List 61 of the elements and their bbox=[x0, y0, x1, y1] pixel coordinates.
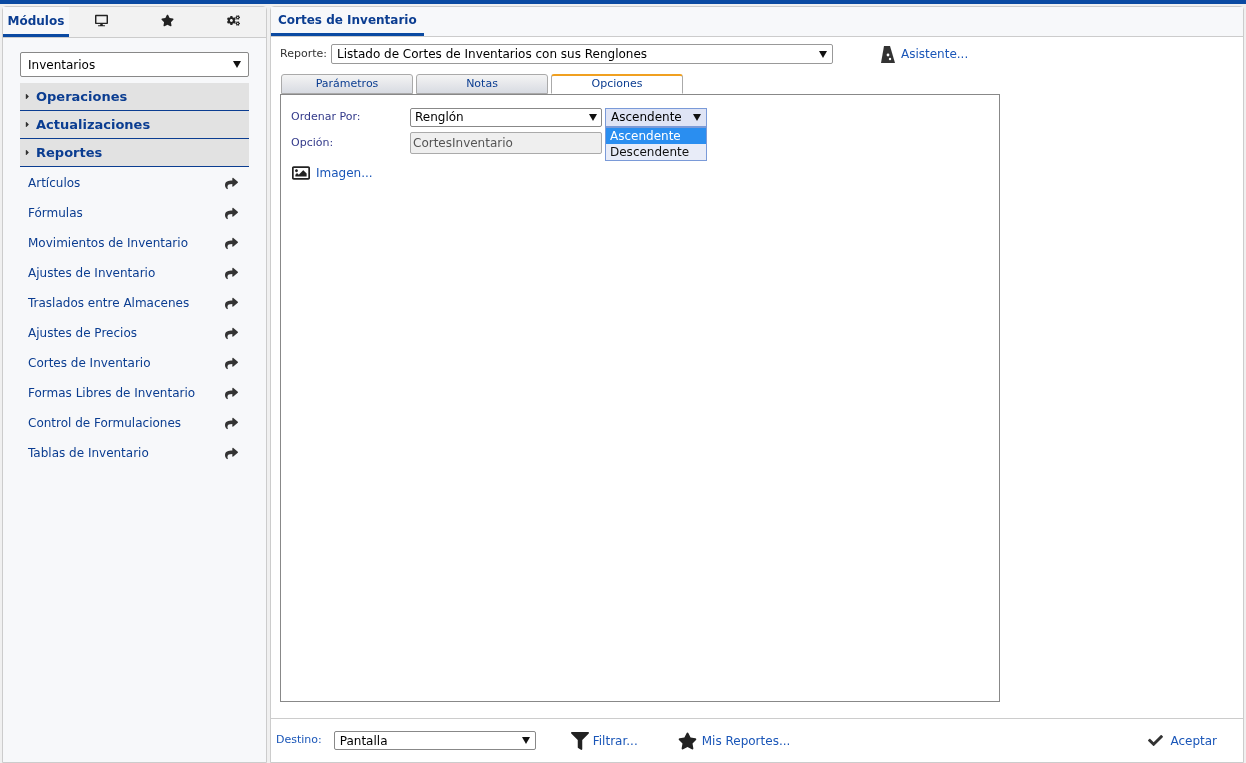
sidebar-link[interactable]: Traslados entre Almacenes bbox=[28, 294, 190, 312]
accordion-header[interactable]: Actualizaciones bbox=[20, 111, 249, 139]
wizard-icon bbox=[880, 45, 895, 63]
filter-icon bbox=[570, 730, 589, 751]
destination-select[interactable]: Pantalla bbox=[333, 731, 536, 750]
star-icon bbox=[677, 731, 697, 750]
sidebar-link[interactable]: Control de Formulaciones bbox=[28, 414, 182, 432]
share-icon bbox=[225, 176, 238, 190]
options-tab[interactable]: Opciones bbox=[551, 74, 683, 94]
report-select[interactable]: Listado de Cortes de Inventarios con sus Renglones bbox=[330, 44, 833, 64]
module-select[interactable]: Inventarios bbox=[20, 52, 249, 77]
sidebar-link[interactable]: Ajustes de Precios bbox=[28, 324, 137, 342]
share-icon bbox=[225, 266, 238, 280]
share-icon bbox=[225, 446, 238, 460]
order-by-select[interactable]: Renglón bbox=[410, 107, 602, 127]
sidebar-tab[interactable] bbox=[200, 7, 266, 37]
caret-icon bbox=[23, 92, 32, 101]
options-tab[interactable]: Parámetros bbox=[281, 74, 413, 94]
accordion-header[interactable]: Reportes bbox=[20, 139, 249, 167]
sidebar-link[interactable]: Formas Libres de Inventario bbox=[28, 384, 196, 402]
share-icon bbox=[225, 296, 238, 310]
share-icon bbox=[225, 206, 238, 220]
accept-button[interactable]: Aceptar bbox=[1170, 731, 1217, 750]
sidebar-link[interactable]: Tablas de Inventario bbox=[28, 444, 149, 462]
accordion-header[interactable]: Operaciones bbox=[20, 83, 249, 111]
options-tab[interactable]: Notas bbox=[416, 74, 548, 94]
sidebar-tab[interactable]: Módulos bbox=[3, 7, 69, 37]
sidebar-link[interactable]: Fórmulas bbox=[28, 204, 83, 222]
caret-icon bbox=[693, 113, 701, 121]
share-icon bbox=[225, 356, 238, 370]
sidebar-link[interactable]: Ajustes de Inventario bbox=[28, 264, 156, 282]
settings-icon bbox=[226, 14, 240, 27]
destination-label: Destino: bbox=[276, 732, 322, 749]
caret-icon bbox=[521, 737, 530, 744]
caret-icon bbox=[818, 50, 827, 58]
dropdown-option[interactable]: Descendente bbox=[606, 143, 706, 160]
direction-select[interactable]: Ascendente bbox=[605, 107, 707, 127]
my-reports-link[interactable]: Mis Reportes... bbox=[701, 731, 791, 750]
caret-icon bbox=[233, 61, 241, 68]
caret-icon bbox=[23, 148, 32, 157]
sidebar-link[interactable]: Artículos bbox=[28, 174, 81, 192]
main-tab[interactable]: Cortes de Inventario bbox=[271, 7, 424, 36]
check-icon bbox=[1147, 733, 1165, 748]
share-icon bbox=[225, 416, 238, 430]
share-icon bbox=[225, 386, 238, 400]
star-icon bbox=[160, 14, 174, 27]
option-label: Opción: bbox=[291, 134, 335, 151]
share-icon bbox=[225, 236, 238, 250]
sidebar-tab[interactable] bbox=[68, 7, 135, 37]
report-label: Reporte: bbox=[280, 45, 327, 62]
monitor-icon bbox=[95, 14, 109, 27]
caret-icon bbox=[23, 120, 32, 129]
order-by-label: Ordenar Por: bbox=[291, 108, 362, 125]
share-icon bbox=[225, 326, 238, 340]
sidebar-link[interactable]: Cortes de Inventario bbox=[28, 354, 151, 372]
image-icon bbox=[291, 164, 311, 182]
caret-icon bbox=[589, 113, 597, 121]
image-link[interactable]: Imagen... bbox=[316, 164, 373, 182]
filter-link[interactable]: Filtrar... bbox=[592, 731, 638, 750]
sidebar-link[interactable]: Movimientos de Inventario bbox=[28, 234, 188, 252]
wizard-link[interactable]: Asistente... bbox=[900, 45, 969, 63]
